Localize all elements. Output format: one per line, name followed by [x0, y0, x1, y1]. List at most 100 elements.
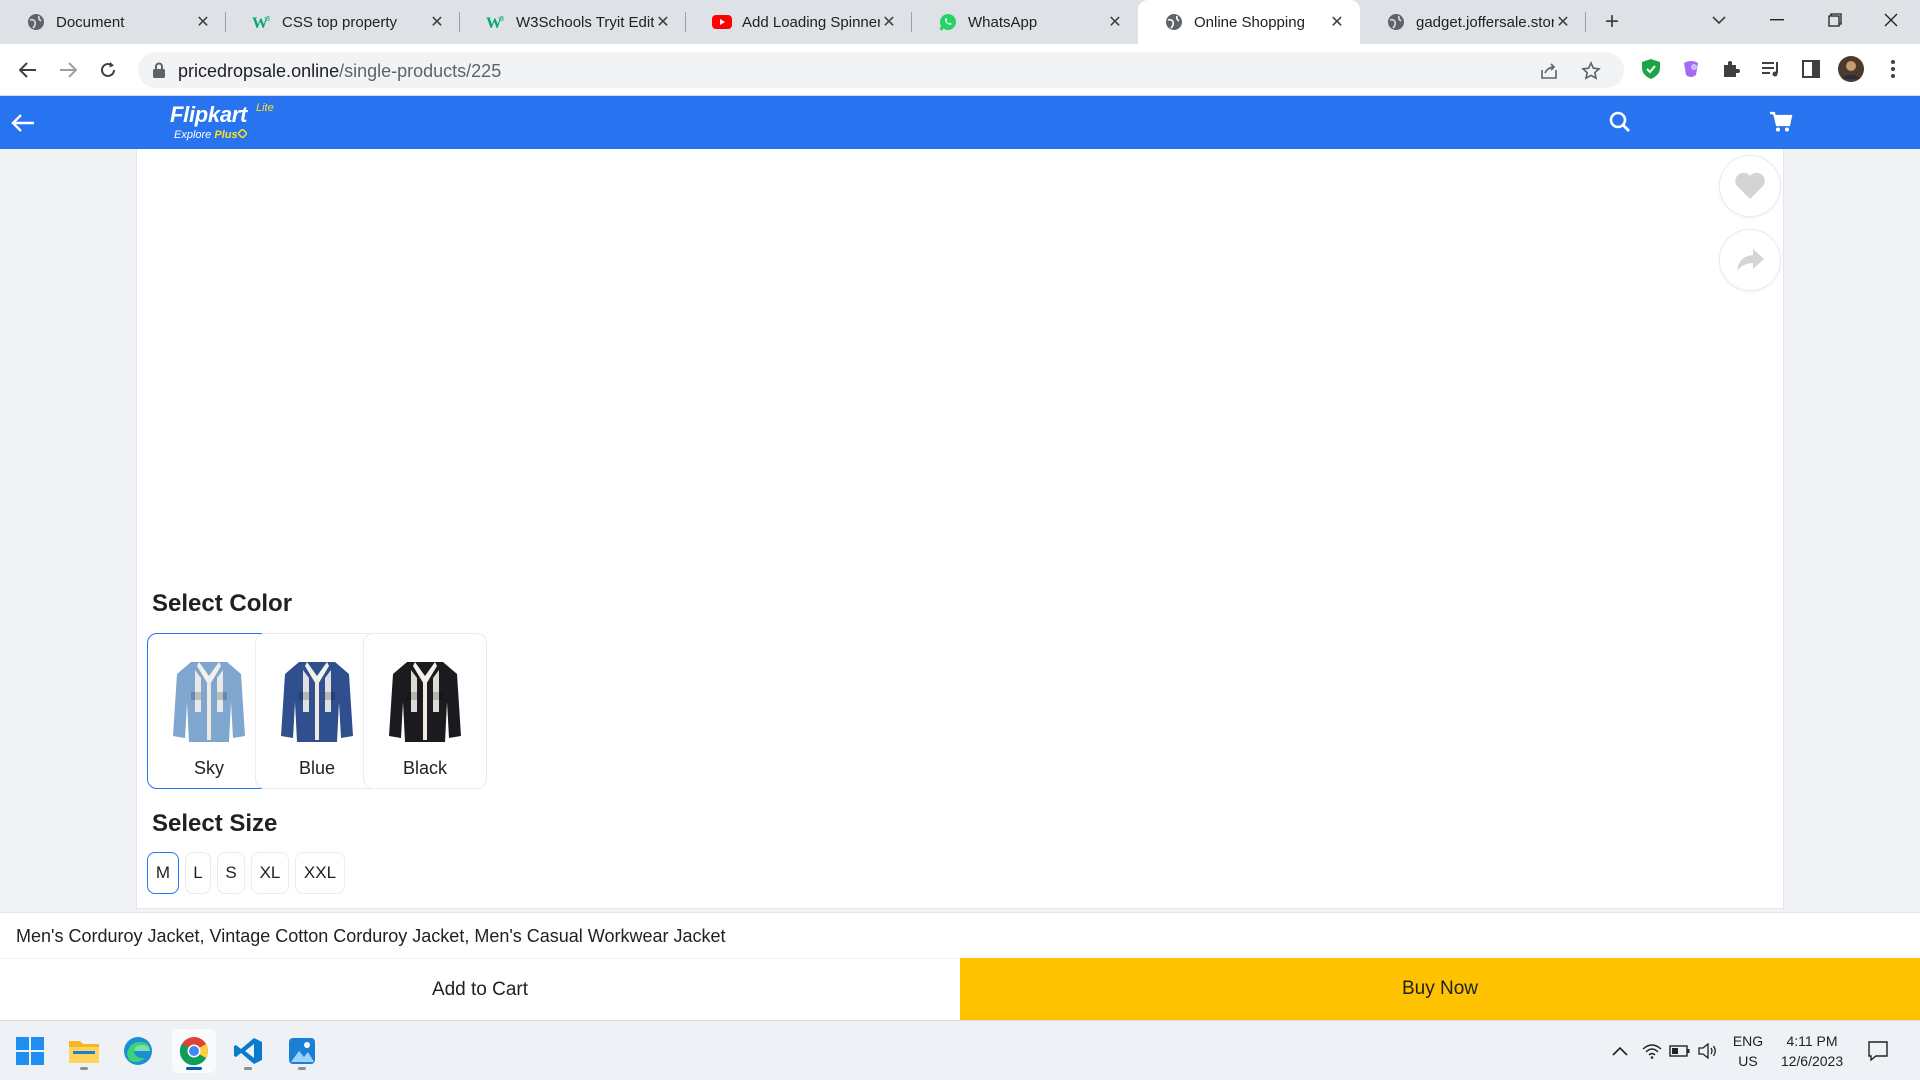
- show-hidden-icons-chevron-icon[interactable]: [1608, 1039, 1632, 1063]
- app-indicator: [80, 1067, 88, 1070]
- logo-lite: Lite: [256, 102, 274, 114]
- profile-avatar-icon[interactable]: [1838, 56, 1864, 82]
- tab-whatsapp[interactable]: WhatsApp ✕: [912, 0, 1138, 44]
- add-to-cart-button[interactable]: Add to Cart: [0, 958, 960, 1020]
- logo-plus: Plus: [214, 129, 238, 141]
- address-bar[interactable]: pricedropsale.online/single-products/225: [138, 52, 1624, 88]
- size-option-xxl[interactable]: XXL: [295, 852, 345, 894]
- tab-title: CSS top property: [282, 13, 398, 31]
- tab-title: WhatsApp: [968, 13, 1038, 31]
- plus-star-icon: [236, 127, 248, 140]
- color-option-sky[interactable]: Sky: [147, 633, 271, 789]
- jacket-thumbnail: [389, 662, 461, 742]
- size-option-l[interactable]: L: [185, 852, 211, 894]
- chrome-menu-dots-icon[interactable]: [1880, 56, 1906, 82]
- browser-tab-strip: Document ✕ W3 CSS top property ✕ W3 W3Sc…: [0, 0, 1920, 44]
- close-icon[interactable]: ✕: [654, 13, 672, 31]
- reload-icon[interactable]: [94, 56, 122, 84]
- product-card: Select Color Sky Blue Black Select Size ML…: [136, 149, 1784, 909]
- close-icon[interactable]: ✕: [1554, 13, 1572, 31]
- tab-w3schools-tryit[interactable]: W3 W3Schools Tryit Editor ✕: [460, 0, 686, 44]
- tab-add-loading-spinner[interactable]: Add Loading Spinner ✕: [686, 0, 912, 44]
- app-indicator: [186, 1067, 202, 1070]
- tab-css-top-property[interactable]: W3 CSS top property ✕: [226, 0, 460, 44]
- volume-icon[interactable]: [1696, 1039, 1720, 1063]
- logo-explore-plus: Explore Plus: [174, 127, 248, 141]
- side-panel-icon[interactable]: [1798, 56, 1824, 82]
- close-icon[interactable]: ✕: [880, 13, 898, 31]
- windows-start-icon[interactable]: [8, 1029, 52, 1073]
- minimize-icon[interactable]: [1748, 0, 1806, 40]
- media-playlist-icon[interactable]: [1758, 56, 1784, 82]
- wishlist-heart-icon[interactable]: [1719, 155, 1781, 217]
- search-icon[interactable]: [1609, 111, 1631, 133]
- url-text: pricedropsale.online/single-products/225: [178, 61, 501, 82]
- clock[interactable]: 4:11 PM 12/6/2023: [1772, 1031, 1852, 1071]
- battery-icon[interactable]: [1668, 1039, 1692, 1063]
- close-icon[interactable]: ✕: [1328, 13, 1346, 31]
- cart-icon[interactable]: [1769, 111, 1793, 133]
- window-close-icon[interactable]: [1862, 0, 1920, 40]
- color-option-label: Blue: [298, 758, 336, 778]
- tab-title: Online Shopping: [1194, 13, 1305, 31]
- whatsapp-icon: [938, 12, 958, 32]
- w3schools-icon: W3: [486, 12, 506, 32]
- lang-bottom: US: [1738, 1053, 1758, 1069]
- back-arrow-icon[interactable]: [14, 56, 42, 84]
- wifi-icon[interactable]: [1640, 1039, 1664, 1063]
- color-option-label: Black: [402, 758, 447, 778]
- size-option-m[interactable]: M: [147, 852, 179, 894]
- tab-document[interactable]: Document ✕: [0, 0, 226, 44]
- puzzle-extensions-icon[interactable]: [1718, 56, 1744, 82]
- tab-search-chevron-icon[interactable]: [1690, 0, 1748, 40]
- edge-icon[interactable]: [116, 1029, 160, 1073]
- site-header: Flipkart Lite Explore Plus: [0, 96, 1920, 149]
- close-icon[interactable]: ✕: [428, 13, 446, 31]
- svg-text:3: 3: [500, 16, 504, 23]
- globe-icon: [1164, 12, 1184, 32]
- tab-title: Document: [56, 13, 125, 31]
- svg-text:3: 3: [266, 16, 270, 23]
- action-bar: Add to Cart Buy Now: [0, 958, 1920, 1020]
- share-arrow-icon[interactable]: [1719, 229, 1781, 291]
- notification-icon[interactable]: [1866, 1039, 1890, 1063]
- color-option-blue[interactable]: Blue: [255, 633, 379, 789]
- tab-gadget-joffersale[interactable]: gadget.joffersale.store ✕: [1360, 0, 1586, 44]
- shield-extension-icon[interactable]: [1638, 56, 1664, 82]
- youtube-icon: [712, 12, 732, 32]
- restore-icon[interactable]: [1806, 0, 1864, 40]
- jacket-thumbnail: [281, 662, 353, 742]
- url-host: pricedropsale.online: [178, 61, 340, 81]
- select-size-heading: Select Size: [152, 810, 278, 837]
- bookmark-star-icon[interactable]: [1580, 60, 1602, 82]
- close-icon[interactable]: ✕: [194, 13, 212, 31]
- tab-online-shopping[interactable]: Online Shopping ✕: [1138, 0, 1360, 44]
- size-option-xl[interactable]: XL: [251, 852, 289, 894]
- chrome-icon[interactable]: [172, 1029, 216, 1073]
- forward-arrow-icon[interactable]: [54, 56, 82, 84]
- globe-icon: [1386, 12, 1406, 32]
- close-icon[interactable]: ✕: [1106, 13, 1124, 31]
- tab-title: W3Schools Tryit Editor: [516, 13, 654, 31]
- app-indicator: [244, 1067, 252, 1070]
- color-option-label: Sky: [193, 758, 224, 778]
- file-explorer-icon[interactable]: [62, 1029, 106, 1073]
- back-arrow-icon[interactable]: [10, 110, 36, 136]
- lang-top: ENG: [1732, 1033, 1764, 1049]
- buy-now-button[interactable]: Buy Now: [960, 958, 1920, 1020]
- flipkart-logo[interactable]: Flipkart Lite Explore Plus: [170, 102, 274, 141]
- language-indicator[interactable]: ENG US: [1728, 1031, 1768, 1071]
- jacket-thumbnail: [173, 662, 245, 742]
- clock-date: 12/6/2023: [1780, 1053, 1844, 1069]
- product-title-bar: Men's Corduroy Jacket, Vintage Cotton Co…: [0, 912, 1920, 958]
- share-icon[interactable]: [1538, 60, 1560, 82]
- globe-icon: [26, 12, 46, 32]
- color-option-black[interactable]: Black: [363, 633, 487, 789]
- size-option-s[interactable]: S: [217, 852, 245, 894]
- purple-extension-icon[interactable]: [1678, 56, 1704, 82]
- new-tab-plus-icon[interactable]: +: [1598, 8, 1626, 36]
- photos-icon[interactable]: [280, 1029, 324, 1073]
- vscode-icon[interactable]: [226, 1029, 270, 1073]
- lock-icon[interactable]: [152, 62, 166, 83]
- logo-name: Flipkart: [170, 102, 248, 127]
